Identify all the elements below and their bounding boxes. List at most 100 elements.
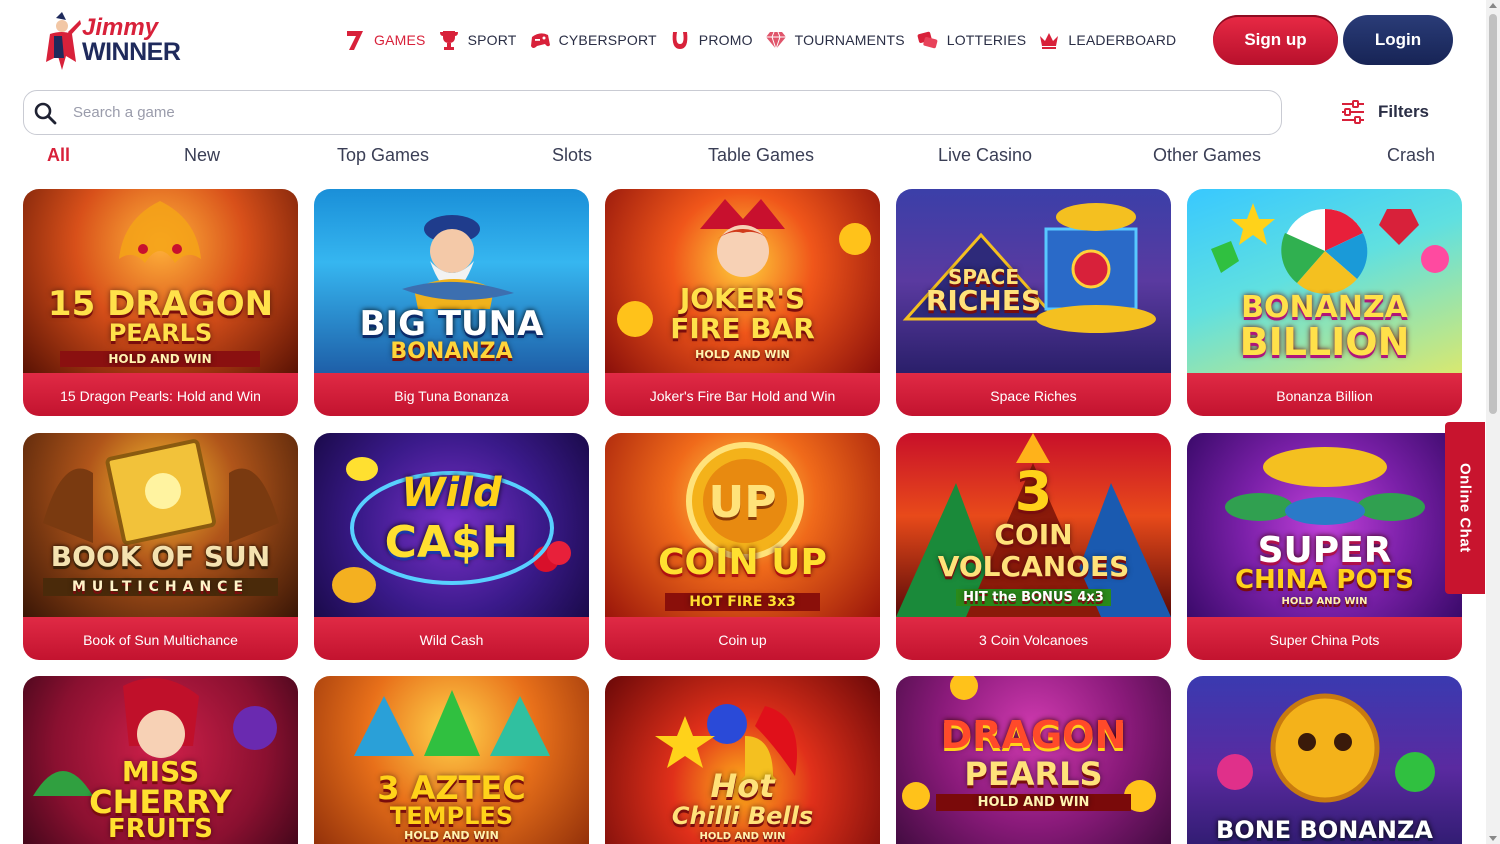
game-title: Joker's Fire Bar Hold and Win	[605, 373, 880, 416]
game-thumbnail: BOOK OF SUN MULTICHANCE	[23, 433, 298, 617]
game-title: 15 Dragon Pearls: Hold and Win	[23, 373, 298, 416]
logo-line2: WINNER	[82, 38, 181, 66]
filters-button[interactable]: Filters	[1340, 99, 1429, 125]
art-tagline: HOLD AND WIN	[695, 348, 790, 361]
tab-top-games[interactable]: Top Games	[337, 145, 429, 166]
game-card[interactable]: SUPER CHINA POTS HOLD AND WIN Super Chin…	[1187, 433, 1462, 660]
art-title: 3 AZTEC	[377, 769, 526, 807]
game-card[interactable]: 15 DRAGON PEARLS HOLD AND WIN 15 Dragon …	[23, 189, 298, 416]
art-subtitle: FIRE BAR	[670, 312, 815, 345]
game-card[interactable]: BONE BONANZA	[1187, 676, 1462, 844]
art-subtitle: BILLION	[1239, 320, 1410, 364]
online-chat-tab[interactable]: Online Chat	[1445, 422, 1485, 594]
art-title: SUPER	[1257, 530, 1392, 571]
art-subtitle: Chilli Bells	[671, 802, 814, 830]
art-title: Wild	[401, 470, 502, 516]
nav-cybersport[interactable]: CYBERSPORT	[529, 29, 657, 51]
art-title: JOKER'S	[679, 282, 806, 315]
art-caption: VOLCANOES	[937, 550, 1130, 583]
nav-tournaments[interactable]: TOURNAMENTS	[765, 29, 905, 51]
art-tagline: HOLD AND WIN	[699, 831, 786, 842]
art-subtitle: PEARLS	[108, 319, 213, 347]
game-card[interactable]: JOKER'S FIRE BAR HOLD AND WIN Joker's Fi…	[605, 189, 880, 416]
game-card[interactable]: Hot Chilli Bells HOLD AND WIN	[605, 676, 880, 844]
art-title: BIG TUNA	[359, 304, 544, 344]
scroll-down-arrow-icon[interactable]	[1489, 836, 1497, 841]
nav-games-label: GAMES	[374, 32, 426, 48]
game-card[interactable]: 3 AZTEC TEMPLES HOLD AND WIN	[314, 676, 589, 844]
art-title: DRAGON	[940, 713, 1127, 757]
game-card[interactable]: DRAGON PEARLS HOLD AND WIN	[896, 676, 1171, 844]
nav-lotteries[interactable]: LOTTERIES	[917, 29, 1027, 51]
scroll-up-arrow-icon[interactable]	[1489, 3, 1497, 8]
game-card[interactable]: BOOK OF SUN MULTICHANCE Book of Sun Mult…	[23, 433, 298, 660]
game-thumbnail: 3 AZTEC TEMPLES HOLD AND WIN	[314, 676, 589, 844]
art-title: MISS	[121, 755, 200, 788]
game-card[interactable]: SPACE RICHES Space Riches	[896, 189, 1171, 416]
art-subtitle: COIN	[994, 518, 1073, 551]
tab-all[interactable]: All	[47, 145, 70, 166]
gamepad-icon	[529, 29, 551, 51]
art-subtitle: RICHES	[925, 284, 1042, 317]
filters-label: Filters	[1378, 102, 1430, 121]
art-tagline: HOLD AND WIN	[1281, 596, 1368, 607]
tickets-icon	[917, 29, 939, 51]
tab-crash[interactable]: Crash	[1387, 145, 1435, 166]
trophy-icon	[438, 29, 460, 51]
game-title: Space Riches	[896, 373, 1171, 416]
nav-sport[interactable]: SPORT	[438, 29, 517, 51]
art-subtitle: PEARLS	[964, 755, 1103, 793]
game-thumbnail: 3 COIN VOLCANOES HIT the BONUS 4x3	[896, 433, 1171, 617]
nav-lotteries-label: LOTTERIES	[946, 32, 1027, 48]
art-tagline: HOLD AND WIN	[60, 351, 260, 367]
search-bar	[23, 90, 1282, 135]
game-title: Bonanza Billion	[1187, 373, 1462, 416]
game-card[interactable]: Wild CA$H Wild Cash	[314, 433, 589, 660]
nav-promo[interactable]: PROMO	[669, 29, 753, 51]
seven-icon	[344, 29, 366, 51]
header: Jimmy WINNER GAMES SPORT CYBERSPORT PROM…	[0, 0, 1500, 80]
online-chat-label: Online Chat	[1456, 463, 1474, 553]
nav-promo-label: PROMO	[698, 32, 753, 48]
game-thumbnail: SUPER CHINA POTS HOLD AND WIN	[1187, 433, 1462, 617]
logo-line1: Jimmy	[82, 14, 159, 41]
nav-leaderboard[interactable]: LEADERBOARD	[1038, 29, 1176, 51]
game-card[interactable]: BONANZA BILLION Bonanza Billion	[1187, 189, 1462, 416]
game-thumbnail: Hot Chilli Bells HOLD AND WIN	[605, 676, 880, 844]
game-thumbnail: UP COIN UP HOT FIRE 3x3	[605, 433, 880, 617]
art-subtitle: CA$H	[384, 517, 519, 568]
art-title: UP	[708, 477, 777, 528]
nav-cybersport-label: CYBERSPORT	[558, 32, 657, 48]
site-logo[interactable]: Jimmy WINNER	[40, 12, 181, 72]
game-card[interactable]: UP COIN UP HOT FIRE 3x3 Coin up	[605, 433, 880, 660]
scrollbar-thumb[interactable]	[1489, 14, 1497, 414]
game-title: Wild Cash	[314, 617, 589, 660]
nav-games[interactable]: GAMES	[344, 29, 426, 51]
tab-slots[interactable]: Slots	[552, 145, 592, 166]
game-card[interactable]: MISS CHERRY FRUITS	[23, 676, 298, 844]
login-button[interactable]: Login	[1343, 15, 1453, 65]
art-title: Hot	[710, 767, 775, 805]
art-tagline: HIT the BONUS 4x3	[956, 589, 1111, 606]
game-title: 3 Coin Volcanoes	[896, 617, 1171, 660]
signup-button[interactable]: Sign up	[1213, 15, 1338, 65]
game-title: Big Tuna Bonanza	[314, 373, 589, 416]
search-icon	[34, 102, 57, 124]
category-tabs: All New Top Games Slots Table Games Live…	[0, 145, 1500, 171]
horseshoe-icon	[669, 29, 691, 51]
art-title: BONE BONANZA	[1216, 816, 1433, 844]
tab-live-casino[interactable]: Live Casino	[938, 145, 1032, 166]
winner-mascot-icon	[46, 12, 81, 70]
tab-other-games[interactable]: Other Games	[1153, 145, 1261, 166]
game-title: Super China Pots	[1187, 617, 1462, 660]
page-scrollbar[interactable]	[1486, 0, 1500, 844]
art-subtitle: CHINA POTS	[1234, 565, 1415, 595]
game-card[interactable]: 3 COIN VOLCANOES HIT the BONUS 4x3 3 Coi…	[896, 433, 1171, 660]
game-title: Coin up	[605, 617, 880, 660]
art-tagline: HOLD AND WIN	[936, 794, 1131, 811]
tab-new[interactable]: New	[184, 145, 220, 166]
tab-table-games[interactable]: Table Games	[708, 145, 814, 166]
search-input[interactable]	[73, 104, 1223, 121]
diamond-icon	[765, 29, 787, 51]
game-card[interactable]: BIG TUNA BONANZA Big Tuna Bonanza	[314, 189, 589, 416]
